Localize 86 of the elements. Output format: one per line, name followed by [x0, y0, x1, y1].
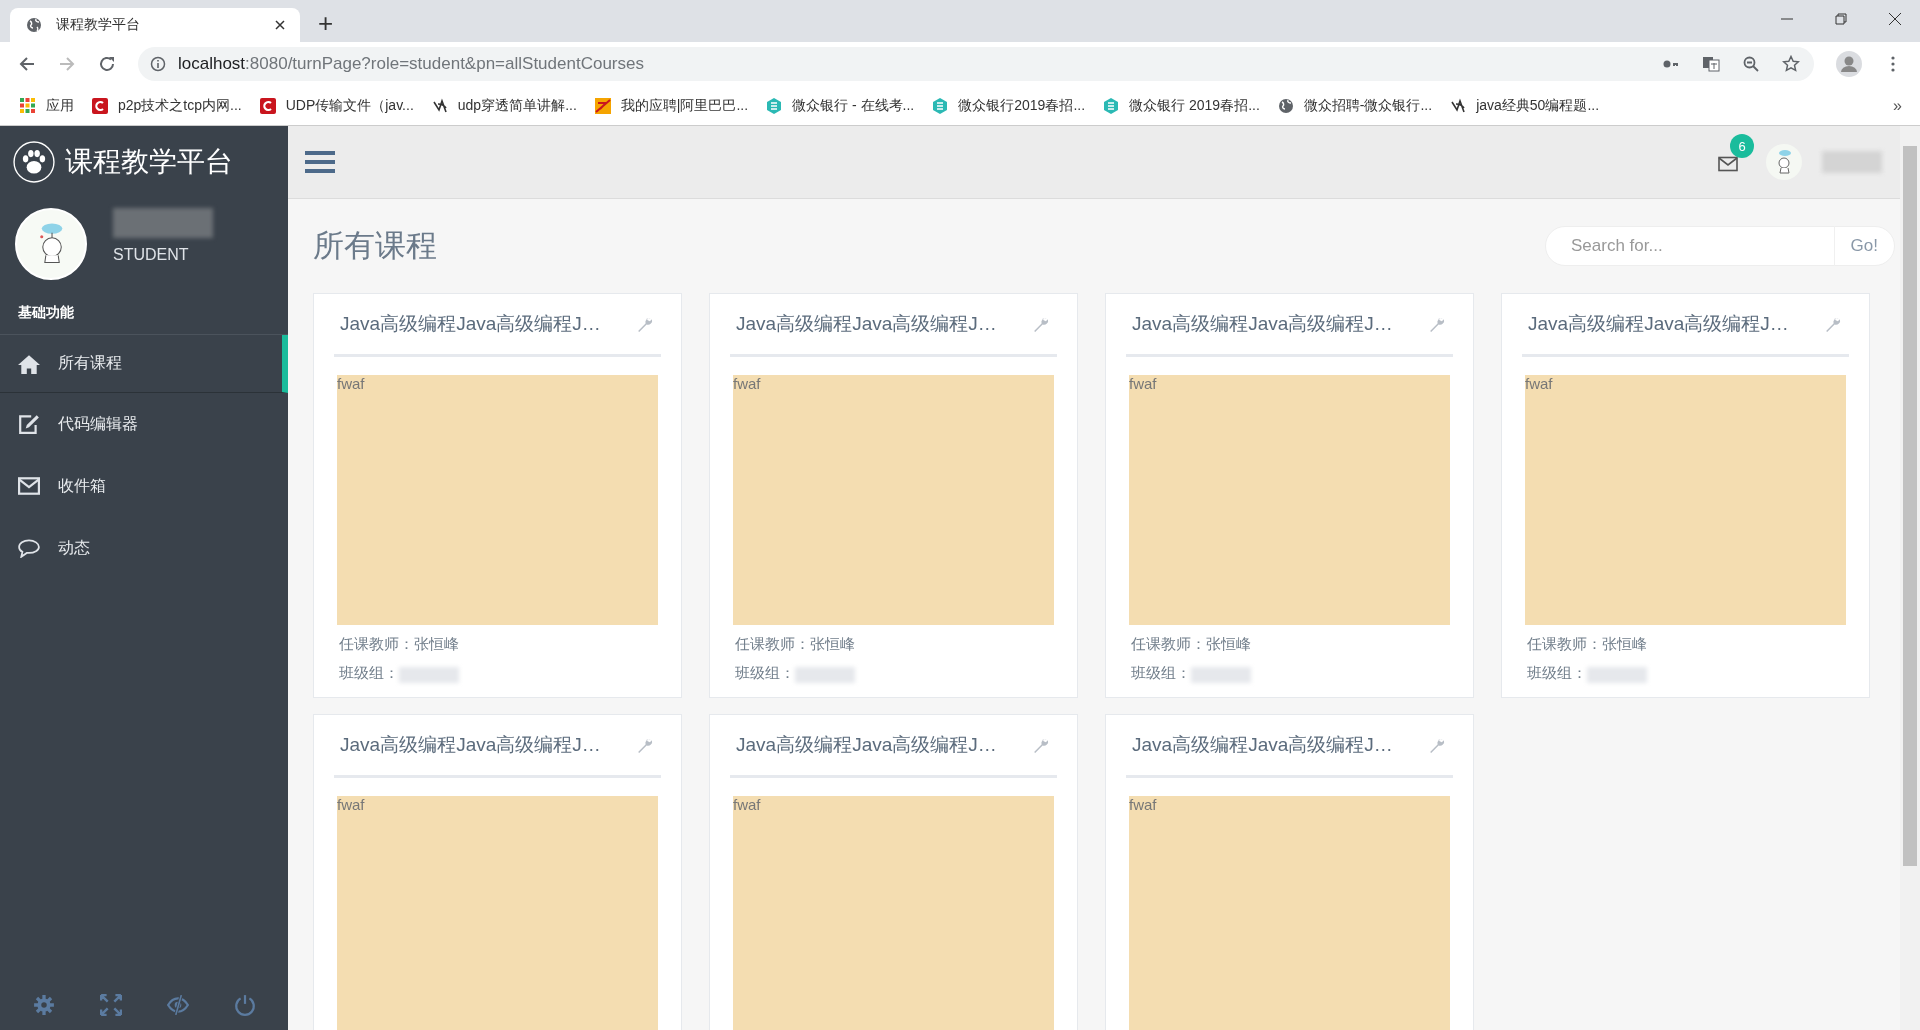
course-title[interactable]: Java高级编程Java高级编程J… [1132, 311, 1393, 337]
new-tab-button[interactable]: + [318, 8, 334, 38]
mail-icon [18, 476, 40, 496]
address-field[interactable]: localhost:8080/turnPage?role=student&pn=allStudentCourses [138, 47, 1814, 81]
teacher-text: 任课教师：张恒峰 [1130, 634, 1252, 654]
power-icon[interactable] [233, 994, 256, 1016]
c-logo-icon [259, 97, 276, 114]
globe-icon [1277, 97, 1294, 114]
course-title[interactable]: Java高级编程Java高级编程J… [1132, 732, 1393, 758]
cover-text: fwaf [1525, 375, 1553, 392]
class-group-label: 班级组： [1130, 663, 1191, 683]
bookmark[interactable]: 微众招聘-微众银行... [1277, 96, 1433, 115]
edit-icon [18, 414, 40, 434]
notification-badge: 6 [1730, 134, 1754, 158]
zoom-out-icon[interactable] [1742, 55, 1760, 73]
wrench-icon[interactable] [636, 736, 653, 754]
bookmark[interactable]: 我的应聘|阿里巴巴... [594, 96, 749, 115]
wrench-icon[interactable] [1428, 736, 1445, 754]
wrench-icon[interactable] [1824, 315, 1841, 333]
cover-text: fwaf [1129, 796, 1157, 813]
more-bookmarks-button[interactable]: » [1893, 96, 1902, 115]
close-icon[interactable] [1888, 12, 1902, 26]
translate-icon[interactable] [1702, 55, 1720, 73]
cover-text: fwaf [337, 375, 365, 392]
wrench-icon[interactable] [1032, 736, 1049, 754]
star-icon[interactable] [1782, 55, 1800, 73]
course-title[interactable]: Java高级编程Java高级编程J… [340, 732, 601, 758]
brand-title: 课程教学平台 [65, 145, 233, 179]
cover-text: fwaf [733, 796, 761, 813]
globe-icon [26, 17, 42, 33]
course-title[interactable]: Java高级编程Java高级编程J… [340, 311, 601, 337]
close-icon[interactable] [274, 19, 286, 31]
user-role: STUDENT [113, 246, 190, 264]
bookmark[interactable]: 应用 [20, 96, 74, 115]
bookmark[interactable]: java经典50编程题... [1450, 96, 1600, 115]
course-title[interactable]: Java高级编程Java高级编程J… [1528, 311, 1789, 337]
class-group-label: 班级组： [734, 663, 795, 683]
scrollbar[interactable] [1900, 126, 1920, 1030]
cover-text: fwaf [337, 796, 365, 813]
bookmark[interactable]: 微众银行 - 在线考... [766, 96, 915, 115]
forward-icon[interactable] [58, 55, 76, 73]
browser-tab[interactable]: 课程教学平台 [10, 8, 300, 42]
teacher-text: 任课教师：张恒峰 [1526, 634, 1648, 654]
url-text: localhost:8080/turnPage?role=student&pn=allStudentCourses [178, 54, 645, 74]
speech-bubble-icon [18, 538, 40, 558]
teacher-text: 任课教师：张恒峰 [734, 634, 856, 654]
tab-title: 课程教学平台 [56, 16, 141, 34]
cover-text: fwaf [733, 375, 761, 392]
course-title[interactable]: Java高级编程Java高级编程J… [736, 732, 997, 758]
bookmark[interactable]: 微众银行2019春招... [932, 96, 1086, 115]
home-icon [18, 353, 40, 374]
wrench-icon[interactable] [636, 315, 653, 333]
profile-icon[interactable] [1836, 51, 1862, 77]
class-group-label: 班级组： [1526, 663, 1587, 683]
hexagon-logo-icon [1103, 97, 1120, 114]
back-icon[interactable] [18, 55, 36, 73]
nav-item[interactable]: 代码编辑器 [0, 393, 288, 455]
restore-icon[interactable] [1834, 12, 1848, 26]
course-title[interactable]: Java高级编程Java高级编程J… [736, 311, 997, 337]
apps-grid-icon [20, 97, 36, 114]
settings-icon[interactable] [32, 994, 55, 1016]
cover-text: fwaf [1129, 375, 1157, 392]
bookmark[interactable]: UDP传输文件（jav... [259, 96, 414, 115]
menu-icon[interactable] [305, 150, 335, 174]
bookmark[interactable]: p2p技术之tcp内网... [92, 96, 242, 115]
page-title: 所有课程 [313, 227, 437, 265]
eye-slash-icon[interactable] [166, 994, 189, 1016]
mail-icon[interactable] [1718, 156, 1738, 172]
hexagon-logo-icon [932, 97, 949, 114]
hexagon-logo-icon [766, 97, 783, 114]
paw-logo-icon [13, 141, 55, 183]
bookmark[interactable]: udp穿透简单讲解... [431, 96, 577, 115]
c-logo-icon [92, 97, 108, 114]
info-icon [150, 56, 166, 72]
wrench-icon[interactable] [1032, 315, 1049, 333]
wrench-icon[interactable] [1428, 315, 1445, 333]
teacher-text: 任课教师：张恒峰 [338, 634, 460, 654]
avatar-icon[interactable] [1766, 144, 1802, 180]
bookmark[interactable]: 微众银行 2019春招... [1103, 96, 1260, 115]
class-group-label: 班级组： [338, 663, 399, 683]
nav-item[interactable]: 动态 [0, 517, 288, 579]
fox-icon [594, 97, 611, 114]
reload-icon[interactable] [98, 55, 116, 73]
avatar-icon [15, 208, 87, 280]
nav-item[interactable]: 收件箱 [0, 455, 288, 517]
fullscreen-icon[interactable] [99, 994, 122, 1016]
